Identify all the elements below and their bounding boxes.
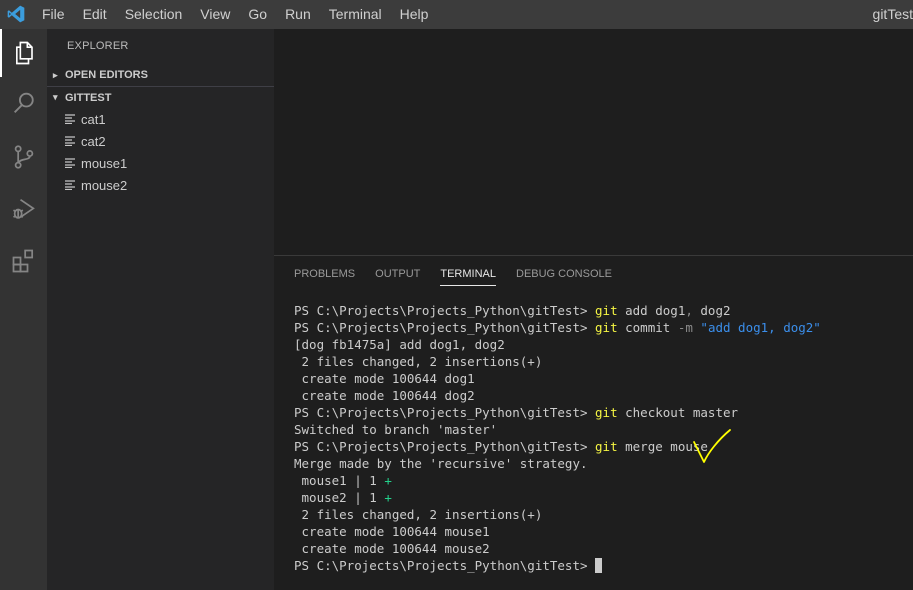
menu-terminal[interactable]: Terminal bbox=[320, 0, 391, 29]
files-icon[interactable] bbox=[0, 29, 47, 77]
terminal-output-text: create mode 100644 mouse2 bbox=[294, 541, 490, 556]
terminal-line: [dog fb1475a] add dog1, dog2 bbox=[294, 336, 821, 353]
run-debug-icon[interactable] bbox=[0, 185, 47, 233]
terminal-line: PS C:\Projects\Projects_Python\gitTest> … bbox=[294, 302, 821, 319]
insertion-marker: + bbox=[384, 473, 392, 488]
file-item-cat2[interactable]: cat2 bbox=[65, 130, 106, 152]
open-editors-label: OPEN EDITORS bbox=[65, 69, 148, 81]
terminal-output[interactable]: PS C:\Projects\Projects_Python\gitTest> … bbox=[294, 302, 821, 574]
terminal-line: Merge made by the 'recursive' strategy. bbox=[294, 455, 821, 472]
terminal-line: Switched to branch 'master' bbox=[294, 421, 821, 438]
explorer-header: EXPLORER bbox=[67, 40, 129, 52]
terminal-output-text: 2 files changed, 2 insertions(+) bbox=[294, 507, 543, 522]
terminal-output-text: create mode 100644 dog1 bbox=[294, 371, 475, 386]
terminal-line: mouse1 | 1 + bbox=[294, 472, 821, 489]
terminal-output-text: mouse2 | 1 bbox=[294, 490, 385, 505]
menu-edit[interactable]: Edit bbox=[74, 0, 116, 29]
menu-bar: File Edit Selection View Go Run Terminal… bbox=[33, 0, 437, 29]
git-command: git bbox=[595, 439, 618, 454]
file-label: cat2 bbox=[81, 133, 106, 149]
menu-run[interactable]: Run bbox=[276, 0, 320, 29]
command-args: add dog1 bbox=[617, 303, 686, 318]
tab-terminal[interactable]: TERMINAL bbox=[440, 256, 496, 292]
git-command: git bbox=[595, 320, 618, 335]
terminal-output-text: Switched to branch 'master' bbox=[294, 422, 498, 437]
search-icon[interactable] bbox=[0, 79, 47, 127]
terminal-output-text: mouse1 | 1 bbox=[294, 473, 385, 488]
tab-output[interactable]: OUTPUT bbox=[375, 256, 420, 292]
command-args: dog2 bbox=[692, 303, 731, 318]
chevron-down-icon: ▾ bbox=[53, 92, 58, 102]
folder-section-gittest[interactable]: ▾ GITTEST bbox=[47, 86, 274, 108]
menu-go[interactable]: Go bbox=[239, 0, 276, 29]
terminal-output-text: create mode 100644 mouse1 bbox=[294, 524, 490, 539]
terminal-output-text: 2 files changed, 2 insertions(+) bbox=[294, 354, 543, 369]
command-string: "add dog1, dog2" bbox=[692, 320, 821, 335]
panel-tabs: PROBLEMS OUTPUT TERMINAL DEBUG CONSOLE bbox=[294, 256, 632, 292]
text-file-icon bbox=[65, 174, 81, 196]
folder-label: GITTEST bbox=[65, 91, 112, 104]
terminal-output-text: Merge made by the 'recursive' strategy. bbox=[294, 456, 588, 471]
source-control-icon[interactable] bbox=[0, 133, 47, 181]
title-bar: File Edit Selection View Go Run Terminal… bbox=[0, 0, 913, 29]
terminal-line: PS C:\Projects\Projects_Python\gitTest> … bbox=[294, 319, 821, 336]
menu-help[interactable]: Help bbox=[391, 0, 438, 29]
tab-problems[interactable]: PROBLEMS bbox=[294, 256, 355, 292]
file-item-mouse2[interactable]: mouse2 bbox=[65, 174, 127, 196]
terminal-line: PS C:\Projects\Projects_Python\gitTest> bbox=[294, 557, 821, 574]
menu-selection[interactable]: Selection bbox=[116, 0, 192, 29]
terminal-output-text: [dog fb1475a] add dog1, dog2 bbox=[294, 337, 505, 352]
file-label: mouse1 bbox=[81, 155, 128, 171]
terminal-prompt: PS C:\Projects\Projects_Python\gitTest> bbox=[294, 320, 596, 335]
terminal-line: create mode 100644 mouse1 bbox=[294, 523, 821, 540]
bottom-panel: PROBLEMS OUTPUT TERMINAL DEBUG CONSOLE P… bbox=[274, 255, 913, 590]
editor-area[interactable] bbox=[274, 29, 913, 255]
menu-file[interactable]: File bbox=[33, 0, 74, 29]
window-title: gitTest bbox=[872, 6, 913, 22]
handwritten-checkmark bbox=[693, 429, 731, 463]
command-args: checkout master bbox=[617, 405, 739, 420]
terminal-prompt: PS C:\Projects\Projects_Python\gitTest> bbox=[294, 558, 596, 573]
tab-debug-console[interactable]: DEBUG CONSOLE bbox=[516, 256, 612, 292]
activity-bar bbox=[0, 29, 47, 590]
terminal-line: 2 files changed, 2 insertions(+) bbox=[294, 506, 821, 523]
terminal-cursor bbox=[595, 558, 603, 573]
menu-view[interactable]: View bbox=[191, 0, 239, 29]
file-item-mouse1[interactable]: mouse1 bbox=[65, 152, 127, 174]
file-label: mouse2 bbox=[81, 177, 128, 193]
chevron-right-icon: ▸ bbox=[53, 69, 58, 80]
command-args: commit bbox=[617, 320, 678, 335]
vscode-logo-icon bbox=[7, 5, 25, 23]
text-file-icon bbox=[65, 108, 81, 130]
terminal-prompt: PS C:\Projects\Projects_Python\gitTest> bbox=[294, 303, 596, 318]
terminal-line: create mode 100644 dog2 bbox=[294, 387, 821, 404]
command-flag: -m bbox=[677, 320, 693, 335]
git-command: git bbox=[595, 303, 618, 318]
terminal-line: create mode 100644 dog1 bbox=[294, 370, 821, 387]
text-file-icon bbox=[65, 130, 81, 152]
terminal-line: create mode 100644 mouse2 bbox=[294, 540, 821, 557]
terminal-prompt: PS C:\Projects\Projects_Python\gitTest> bbox=[294, 405, 596, 420]
terminal-line: mouse2 | 1 + bbox=[294, 489, 821, 506]
git-command: git bbox=[595, 405, 618, 420]
file-item-cat1[interactable]: cat1 bbox=[65, 108, 106, 130]
terminal-line: PS C:\Projects\Projects_Python\gitTest> … bbox=[294, 404, 821, 421]
terminal-line: 2 files changed, 2 insertions(+) bbox=[294, 353, 821, 370]
open-editors-section[interactable]: ▸ OPEN EDITORS bbox=[47, 64, 274, 86]
terminal-prompt: PS C:\Projects\Projects_Python\gitTest> bbox=[294, 439, 596, 454]
text-file-icon bbox=[65, 152, 81, 174]
arg-separator: , bbox=[685, 303, 693, 318]
terminal-output-text: create mode 100644 dog2 bbox=[294, 388, 475, 403]
explorer-sidebar: EXPLORER ▸ OPEN EDITORS ▾ GITTEST cat1 c… bbox=[47, 29, 274, 590]
insertion-marker: + bbox=[384, 490, 392, 505]
terminal-line: PS C:\Projects\Projects_Python\gitTest> … bbox=[294, 438, 821, 455]
extensions-icon[interactable] bbox=[0, 237, 47, 285]
file-label: cat1 bbox=[81, 111, 106, 127]
